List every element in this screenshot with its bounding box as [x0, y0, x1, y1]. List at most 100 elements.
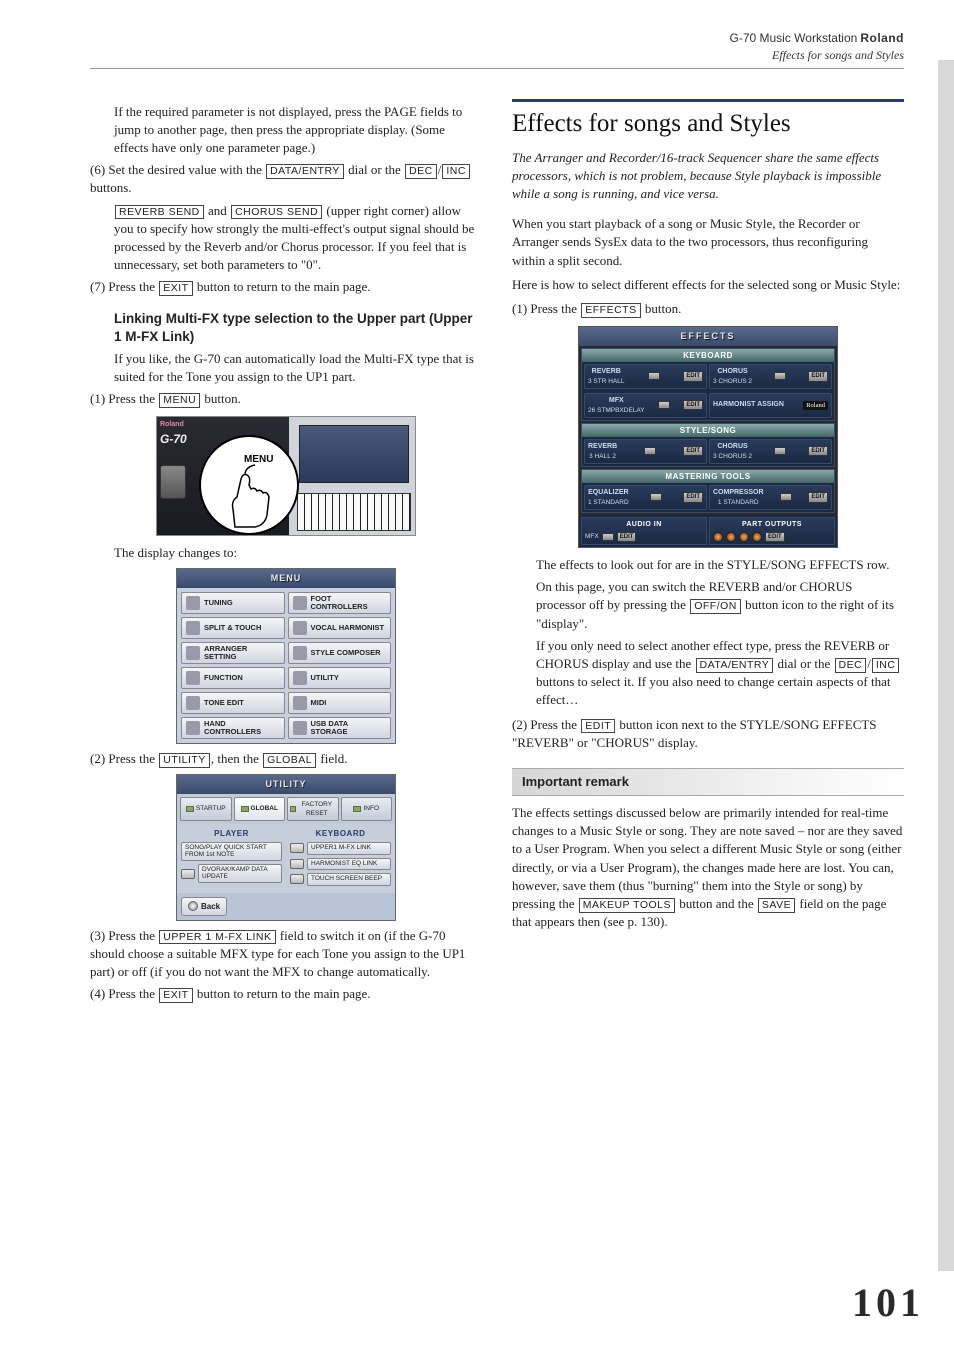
left-column: If the required parameter is not display… [90, 99, 482, 1008]
fx-block: CHORUS3 CHORUS 2EDIT [709, 364, 832, 389]
offon-button: OFF/ON [690, 599, 741, 614]
toggle-icon [290, 843, 304, 853]
header-subtitle: Effects for songs and Styles [90, 47, 904, 64]
effects-button: EFFECTS [581, 303, 640, 318]
chorus-send-label: CHORUS SEND [231, 205, 322, 220]
menu-item: HAND CONTROLLERS [181, 717, 285, 739]
toggle-icon [290, 859, 304, 869]
menu-button: MENU [159, 393, 200, 408]
globe-icon [188, 901, 198, 911]
para: If you only need to select another effec… [536, 637, 904, 710]
para: When you start playback of a song or Mus… [512, 215, 904, 270]
output-jack-icon [752, 532, 762, 542]
menu-screenshot: MENU TUNING FOOT CONTROLLERS SPLIT & TOU… [176, 568, 396, 744]
utility-row: TOUCH SCREEN BEEP [290, 873, 391, 886]
menu-item: SPLIT & TOUCH [181, 617, 285, 639]
output-jack-icon [726, 532, 736, 542]
menu-item: FUNCTION [181, 667, 285, 689]
effects-screenshot: EFFECTS KEYBOARD REVERB3 STR HALLEDIT CH… [578, 326, 838, 548]
edit-icon: EDIT [808, 371, 828, 381]
toggle-icon [648, 372, 660, 380]
left-step-3: (3) Press the UPPER 1 M-FX LINK field to… [90, 927, 482, 982]
left-step-2: (2) Press the UTILITY, then the GLOBAL f… [90, 750, 482, 768]
tuning-fork-icon [186, 596, 200, 610]
utility-col-head: PLAYER [181, 828, 282, 839]
inc-button: INC [872, 658, 900, 673]
edit-icon: EDIT [683, 400, 703, 410]
utility-tab: INFO [341, 797, 393, 821]
utility-row: HARMONIST EQ LINK [290, 858, 391, 871]
menu-item: USB DATA STORAGE [288, 717, 392, 739]
save-field: SAVE [758, 898, 795, 913]
running-header: G-70 Music Workstation Roland Effects fo… [90, 30, 904, 69]
edit-icon: EDIT [683, 446, 703, 456]
menu-item: FOOT CONTROLLERS [288, 592, 392, 614]
reverb-send-para: REVERB SEND and CHORUS SEND (upper right… [114, 202, 482, 275]
upper1-mfx-link-field: UPPER 1 M-FX LINK [159, 930, 275, 945]
linking-para: If you like, the G-70 can automatically … [114, 350, 482, 386]
right-column: Effects for songs and Styles The Arrange… [512, 99, 904, 1008]
fx-block: MFX26 STMPBXDELAYEDIT [584, 393, 707, 418]
exit-button: EXIT [159, 988, 192, 1003]
right-step-1: (1) Press the EFFECTS button. [512, 300, 904, 318]
edit-icon: EDIT [765, 532, 785, 542]
data-entry-button: DATA/ENTRY [696, 658, 774, 673]
back-button: Back [181, 897, 227, 916]
function-icon [186, 671, 200, 685]
dec-button: DEC [405, 164, 437, 179]
side-thumb-tab [938, 60, 954, 1271]
right-step-2: (2) Press the EDIT button icon next to t… [512, 716, 904, 752]
step-7: (7) Press the EXIT button to return to t… [90, 278, 482, 296]
section-intro: The Arranger and Recorder/16-track Seque… [512, 149, 904, 204]
utility-row: SONG/PLAY QUICK START FROM 1st NOTE [181, 842, 282, 861]
mic-icon [293, 621, 307, 635]
utility-tab-active: GLOBAL [234, 797, 286, 821]
roland-badge: Roland [803, 401, 828, 410]
section-title: Effects for songs and Styles [512, 99, 904, 141]
foot-pedal-icon [293, 596, 307, 610]
fx-block: REVERB3 HALL 2EDIT [584, 439, 707, 464]
toggle-icon [774, 447, 786, 455]
menu-item: STYLE COMPOSER [288, 642, 392, 664]
fx-block: COMPRESSOR1 STANDARDEDIT [709, 485, 832, 510]
utility-tab: FACTORY RESET [287, 797, 339, 821]
toggle-icon [290, 874, 304, 884]
page-number: 101 [852, 1275, 924, 1331]
brand-name: Roland [860, 31, 904, 45]
menu-item: ARRANGER SETTING [181, 642, 285, 664]
para: The effects to look out for are in the S… [536, 556, 904, 574]
edit-icon: EDIT [808, 492, 828, 502]
edit-icon: EDIT [683, 492, 703, 502]
utility-row: UPPER1 M-FX LINK [290, 842, 391, 855]
remark-para: The effects settings discussed below are… [512, 804, 904, 931]
toggle-icon [650, 493, 662, 501]
midi-icon [293, 696, 307, 710]
fx-block: EQUALIZER1 STANDARDEDIT [584, 485, 707, 510]
utility-titlebar: UTILITY [177, 775, 395, 794]
intro-para: If the required parameter is not display… [114, 103, 482, 158]
edit-icon: EDIT [617, 532, 637, 542]
tone-edit-icon [186, 696, 200, 710]
style-icon [293, 646, 307, 660]
edit-icon: EDIT [683, 371, 703, 381]
important-remark-head: Important remark [512, 768, 904, 796]
exit-button: EXIT [159, 281, 192, 296]
para: Here is how to select different effects … [512, 276, 904, 294]
menu-item: MIDI [288, 692, 392, 714]
fx-group-mastering: MASTERING TOOLS EQUALIZER1 STANDARDEDIT … [581, 469, 835, 513]
fx-block: REVERB3 STR HALLEDIT [584, 364, 707, 389]
toggle-icon [780, 493, 792, 501]
menu-hand-figure: Roland G-70 MENU [156, 416, 416, 536]
menu-item: UTILITY [288, 667, 392, 689]
fx-audio-in: AUDIO IN MFX EDIT [581, 517, 707, 545]
fx-block: HARMONIST ASSIGNRoland [709, 393, 832, 418]
fx-block: CHORUS3 CHORUS 2EDIT [709, 439, 832, 464]
display-changes-caption: The display changes to: [114, 544, 482, 562]
reverb-send-label: REVERB SEND [115, 205, 204, 220]
output-jack-icon [739, 532, 749, 542]
menu-titlebar: MENU [177, 569, 395, 588]
fx-group-stylesong: STYLE/SONG REVERB3 HALL 2EDIT CHORUS3 CH… [581, 423, 835, 467]
pointing-hand-icon [215, 459, 285, 529]
edit-button: EDIT [581, 719, 615, 734]
menu-item: VOCAL HARMONIST [288, 617, 392, 639]
